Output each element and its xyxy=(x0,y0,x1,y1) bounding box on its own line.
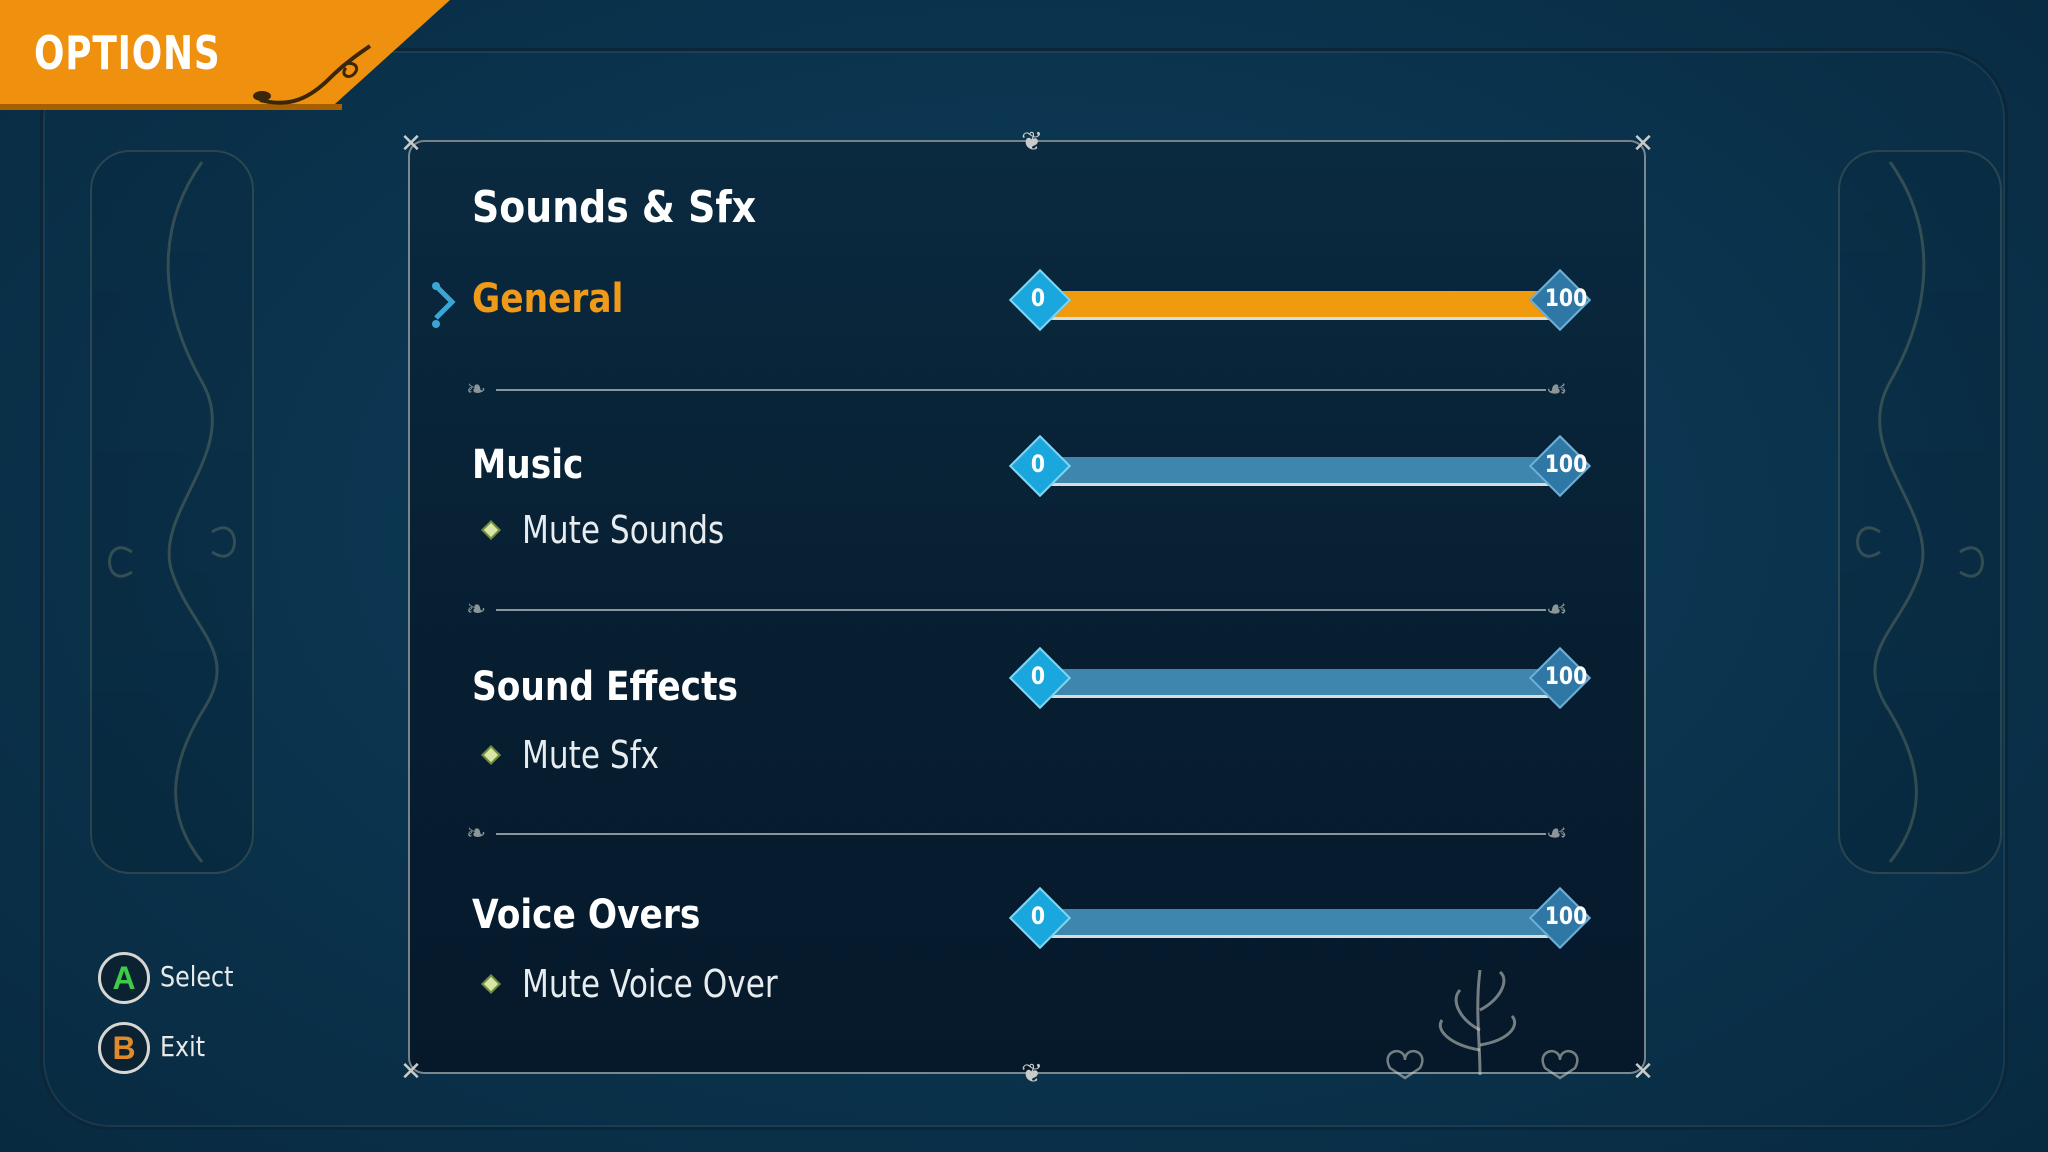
slider-min-label: 0 xyxy=(1030,284,1046,312)
slider-track[interactable] xyxy=(1036,457,1564,486)
music-volume-label[interactable]: Music xyxy=(472,442,583,488)
slider-max-label: 100 xyxy=(1544,284,1588,312)
slider-max-label: 100 xyxy=(1544,450,1588,478)
leaf-ornament-icon: ❧ xyxy=(466,376,487,403)
select-prompt-label: Select xyxy=(160,960,234,993)
leaf-ornament-icon: ☙ xyxy=(1546,376,1568,403)
sound-effects-volume-slider[interactable]: 0 100 xyxy=(1008,646,1592,716)
slider-fill xyxy=(1036,669,1564,695)
slider-fill xyxy=(1036,457,1564,483)
corner-ornament-icon: ✕ xyxy=(1632,128,1654,158)
corner-ornament-icon: ✕ xyxy=(1632,1056,1654,1086)
mute-sounds-label: Mute Sounds xyxy=(522,508,725,552)
general-volume-slider[interactable]: 0 100 xyxy=(1008,268,1592,338)
section-divider: ❧ ☙ xyxy=(466,598,1576,622)
exit-prompt-label: Exit xyxy=(160,1030,206,1063)
mute-diamond-icon xyxy=(481,974,501,994)
section-divider: ❧ ☙ xyxy=(466,822,1576,846)
leaf-ornament-icon: ❧ xyxy=(466,820,487,847)
music-volume-slider[interactable]: 0 100 xyxy=(1008,434,1592,504)
slider-min-label: 0 xyxy=(1030,662,1046,690)
slider-track[interactable] xyxy=(1036,669,1564,698)
slider-fill xyxy=(1036,909,1564,935)
slider-track[interactable] xyxy=(1036,291,1564,320)
mute-diamond-icon xyxy=(481,520,501,540)
sound-effects-volume-label[interactable]: Sound Effects xyxy=(472,664,738,710)
a-button-icon: A xyxy=(98,952,150,1004)
right-decorative-panel xyxy=(1838,150,2002,874)
leaf-ornament-icon: ❧ xyxy=(466,596,487,623)
leaf-ornament-icon: ☙ xyxy=(1546,596,1568,623)
leaf-ornament-icon: ☙ xyxy=(1546,820,1568,847)
section-heading: Sounds & Sfx xyxy=(472,182,757,233)
slider-max-label: 100 xyxy=(1544,902,1588,930)
selector-arrow-icon xyxy=(432,282,456,328)
mute-voice-over-label: Mute Voice Over xyxy=(522,962,778,1006)
slider-track[interactable] xyxy=(1036,909,1564,938)
page-title: OPTIONS xyxy=(34,26,221,80)
flourish-ornament-icon xyxy=(1856,161,1984,863)
slider-max-label: 100 xyxy=(1544,662,1588,690)
voice-overs-volume-slider[interactable]: 0 100 xyxy=(1008,886,1592,956)
plant-ornament-icon xyxy=(1386,969,1579,1080)
corner-ornament-icon: ✕ xyxy=(400,128,422,158)
mute-diamond-icon xyxy=(481,745,501,765)
slider-min-label: 0 xyxy=(1030,902,1046,930)
top-center-ornament-icon: ❦ xyxy=(1021,126,1043,156)
corner-ornament-icon: ✕ xyxy=(400,1056,422,1086)
section-divider: ❧ ☙ xyxy=(466,378,1576,402)
mute-sfx-label: Mute Sfx xyxy=(522,733,660,777)
slider-fill xyxy=(1036,291,1564,317)
flourish-ornament-icon xyxy=(108,161,236,863)
left-decorative-panel xyxy=(90,150,254,874)
sound-settings-panel: ✕ ✕ ✕ ✕ ❦ ❦ Sounds & Sfx General 0 100 ❧… xyxy=(400,126,1654,1088)
b-button-icon: B xyxy=(98,1022,150,1074)
voice-overs-volume-label[interactable]: Voice Overs xyxy=(472,892,700,938)
slider-min-label: 0 xyxy=(1030,450,1046,478)
vine-ornament-icon xyxy=(253,44,372,105)
general-volume-label[interactable]: General xyxy=(472,276,623,322)
bottom-center-ornament-icon: ❦ xyxy=(1021,1058,1043,1088)
